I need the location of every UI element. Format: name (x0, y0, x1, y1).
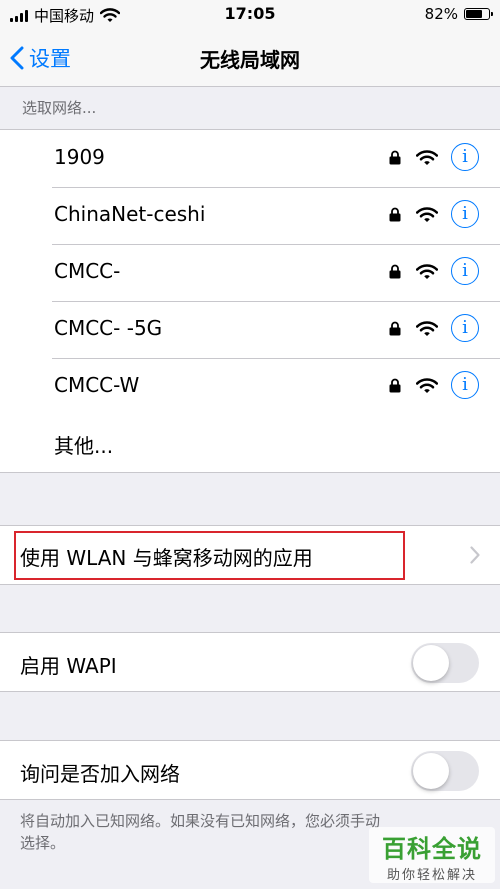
ask-join-toggle[interactable] (411, 751, 479, 791)
lock-icon (389, 378, 401, 397)
info-button[interactable]: i (451, 257, 479, 285)
network-name: CMCC- (54, 259, 121, 283)
page-title: 无线局域网 (200, 48, 300, 72)
other-network-row[interactable]: 其他... (0, 415, 500, 472)
wapi-label: 启用 WAPI (20, 654, 117, 678)
lock-icon (389, 207, 401, 226)
ask-join-row: 询问是否加入网络 (0, 740, 500, 800)
wapi-row: 启用 WAPI (0, 632, 500, 692)
battery-percent: 82% (424, 5, 458, 23)
toggle-knob (413, 753, 449, 789)
lock-icon (389, 264, 401, 283)
network-list: 1909 i ChinaNet-ceshi i CMCC-i CMCC- -5G i CMCC… (0, 129, 500, 473)
lock-icon (389, 321, 401, 340)
info-button[interactable]: i (451, 371, 479, 399)
info-button[interactable]: i (451, 314, 479, 342)
network-name: ChinaNet-ceshi (54, 202, 206, 226)
toggle-knob (413, 645, 449, 681)
status-right: 82% (424, 5, 493, 23)
battery-icon (464, 8, 493, 20)
network-row[interactable]: 1909 i (0, 130, 500, 187)
watermark-logo: 百科全说 助你轻松解决 (369, 827, 495, 883)
wifi-strength-icon (415, 264, 439, 284)
wifi-strength-icon (415, 378, 439, 398)
info-button[interactable]: i (451, 143, 479, 171)
network-name: CMCC- -5G (54, 316, 163, 340)
network-name: CMCC-W (54, 373, 140, 397)
ask-join-label: 询问是否加入网络 (20, 762, 180, 786)
wifi-strength-icon (415, 150, 439, 170)
network-row[interactable]: ChinaNet-ceshi i (0, 187, 500, 244)
wifi-strength-icon (415, 321, 439, 341)
navigation-bar: 设置 无线局域网 (0, 30, 500, 87)
network-row[interactable]: CMCC-W i (0, 358, 500, 415)
network-name: 1909 (54, 145, 105, 169)
wifi-strength-icon (415, 207, 439, 227)
wapi-toggle[interactable] (411, 643, 479, 683)
section-header-choose-network: 选取网络... (22, 99, 97, 117)
watermark-title: 百科全说 (382, 835, 482, 863)
status-bar: 中国移动 17:05 82% (0, 0, 500, 30)
chevron-right-icon (470, 546, 480, 564)
lock-icon (389, 150, 401, 169)
highlight-box (14, 531, 405, 580)
footer-note: 将自动加入已知网络。如果没有已知网络，您必须手动选择。 (20, 812, 381, 852)
info-button[interactable]: i (451, 200, 479, 228)
watermark-subtitle: 助你轻松解决 (386, 868, 477, 883)
other-network-label: 其他... (54, 434, 114, 458)
network-row[interactable]: CMCC- -5G i (0, 301, 500, 358)
network-row[interactable]: CMCC-i (0, 244, 500, 301)
